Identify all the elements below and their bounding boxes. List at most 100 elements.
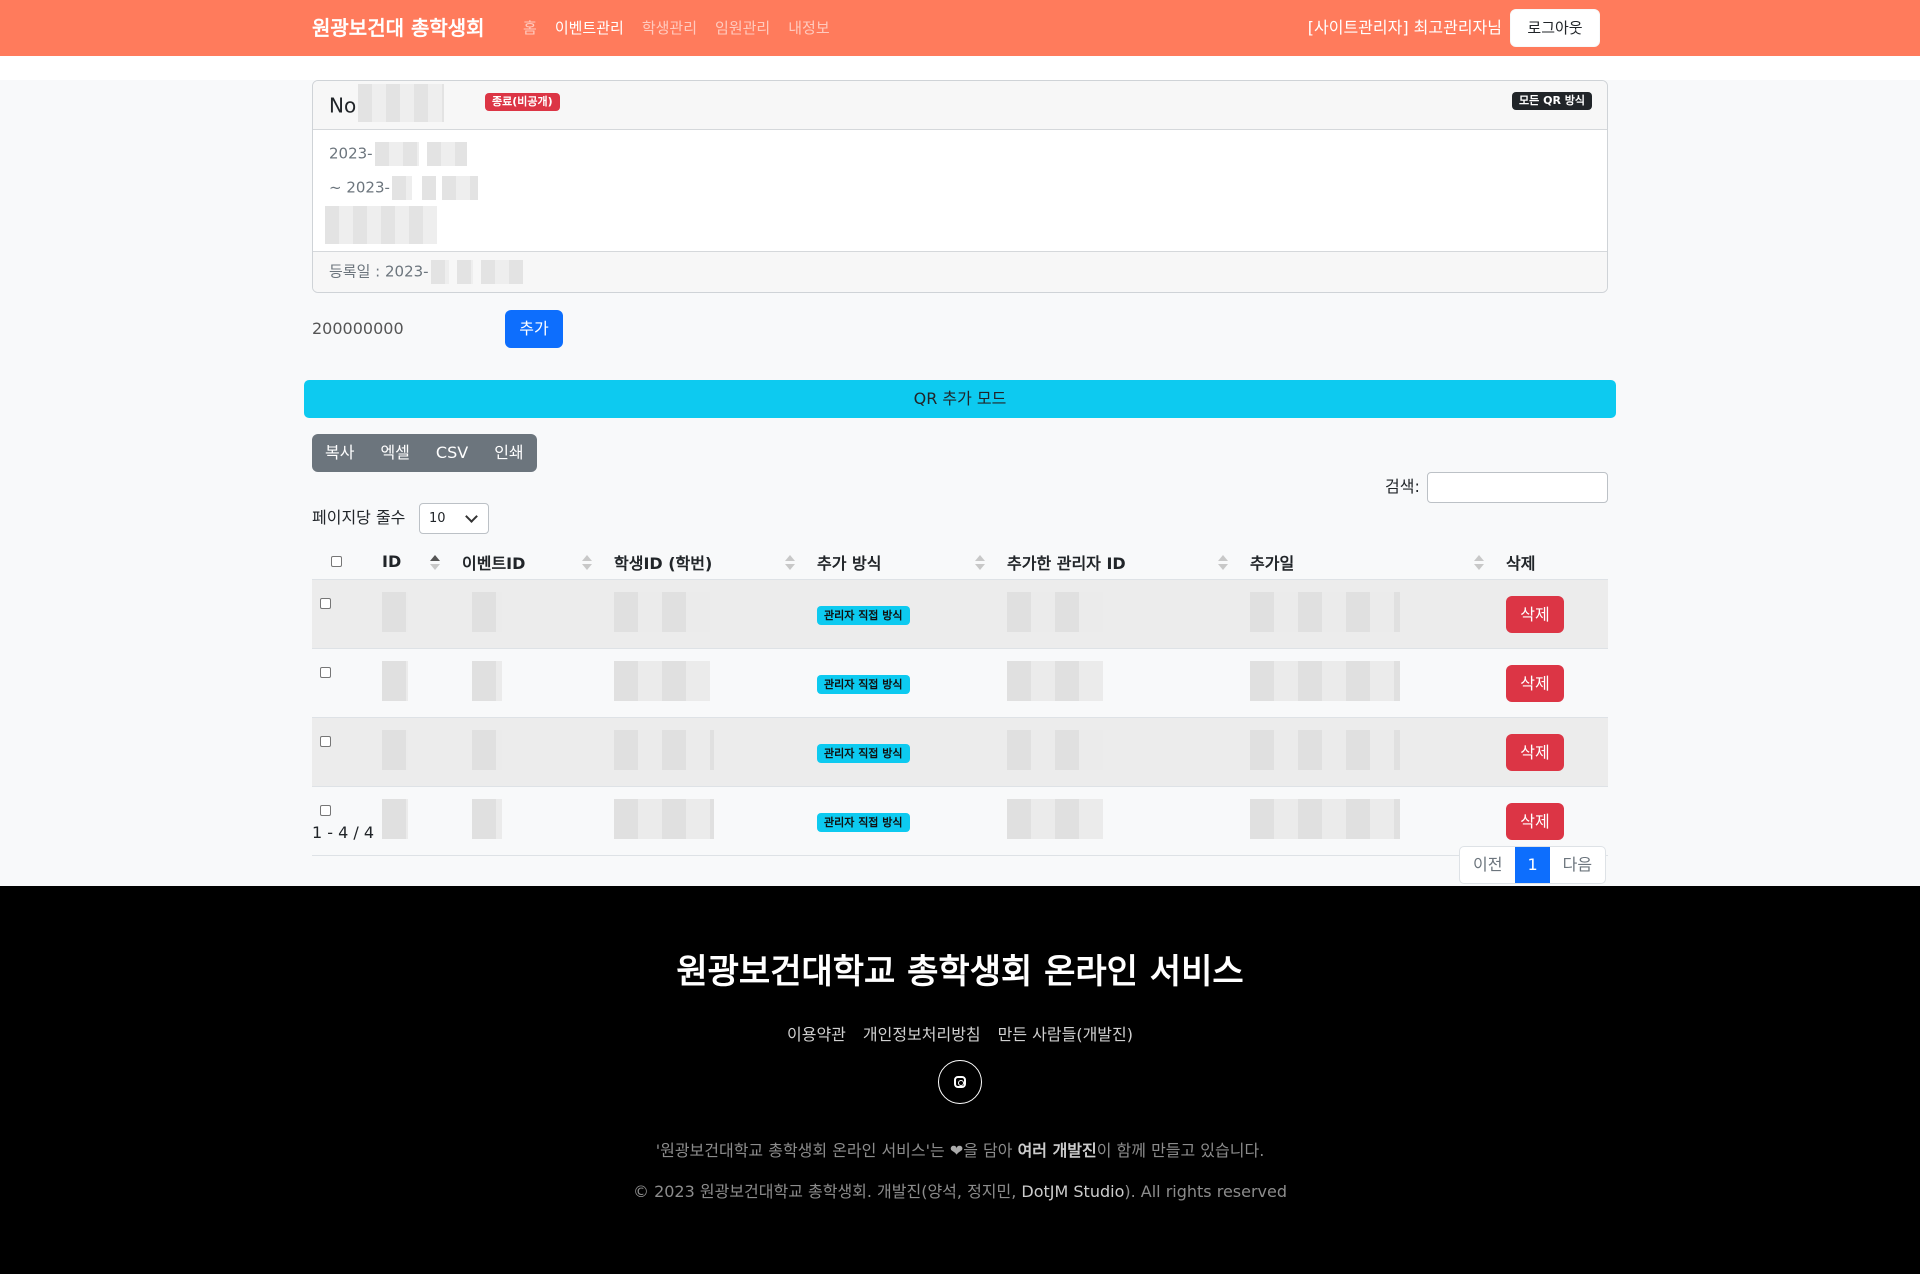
column-header-added-date[interactable]: 추가일 bbox=[1240, 544, 1496, 580]
excel-button[interactable]: 엑셀 bbox=[367, 434, 422, 472]
event-card: No 종료(비공개) 모든 QR 방식 2023- ~ 2023- 등록일 : … bbox=[312, 80, 1608, 293]
event-end: ~ 2023- bbox=[329, 176, 478, 200]
nav-spacer bbox=[0, 56, 1920, 80]
row-checkbox[interactable] bbox=[320, 805, 331, 816]
terms-link[interactable]: 이용약관 bbox=[787, 1024, 846, 1046]
event-number: No bbox=[329, 84, 445, 122]
event-status-badge: 종료(비공개) bbox=[485, 93, 560, 111]
search-input[interactable] bbox=[1427, 472, 1608, 503]
row-checkbox[interactable] bbox=[320, 667, 331, 678]
delete-cell: 삭제 bbox=[1496, 579, 1608, 649]
redacted-event-title bbox=[325, 206, 437, 244]
event-start: 2023- bbox=[329, 142, 467, 166]
redacted-added-date bbox=[1250, 661, 1400, 701]
nav-link-events[interactable]: 이벤트관리 bbox=[555, 17, 624, 39]
event-card-header: No 종료(비공개) 모든 QR 방식 bbox=[313, 81, 1607, 130]
delete-cell: 삭제 bbox=[1496, 648, 1608, 718]
event-number-prefix: No bbox=[329, 93, 357, 118]
sort-icon bbox=[1474, 555, 1484, 571]
select-all-checkbox[interactable] bbox=[331, 556, 342, 567]
student-id-field[interactable]: 200000000 bbox=[312, 318, 404, 340]
redacted-event-id bbox=[472, 799, 502, 839]
event-end-prefix: ~ 2023- bbox=[329, 178, 390, 197]
redacted-event-id bbox=[472, 661, 502, 701]
student-id-cell bbox=[604, 786, 807, 856]
search-label: 검색: bbox=[1385, 477, 1420, 496]
per-page-select[interactable]: 10 bbox=[419, 503, 489, 534]
method-badge: 관리자 직접 방식 bbox=[817, 812, 910, 832]
column-header-method[interactable]: 추가 방식 bbox=[807, 544, 997, 580]
delete-button[interactable]: 삭제 bbox=[1506, 664, 1564, 702]
csv-button[interactable]: CSV bbox=[423, 434, 481, 472]
export-button-group: 복사 엑셀 CSV 인쇄 bbox=[312, 434, 537, 472]
event-start-prefix: 2023- bbox=[329, 144, 373, 163]
redacted-id bbox=[382, 592, 408, 632]
redacted-id bbox=[382, 661, 408, 701]
page-button-current[interactable]: 1 bbox=[1515, 847, 1550, 883]
copy-button[interactable]: 복사 bbox=[312, 434, 367, 472]
delete-button[interactable]: 삭제 bbox=[1506, 733, 1564, 771]
instagram-button[interactable] bbox=[938, 1060, 982, 1104]
redacted-student-id bbox=[614, 661, 710, 701]
redacted-student-id bbox=[614, 799, 714, 839]
add-student-button[interactable]: 추가 bbox=[505, 310, 563, 348]
nav-link-my-info[interactable]: 내정보 bbox=[788, 17, 829, 39]
column-header-event-id[interactable]: 이벤트ID bbox=[452, 544, 604, 580]
sort-icon bbox=[1218, 555, 1228, 571]
site-brand[interactable]: 원광보건대 총학생회 bbox=[312, 14, 485, 42]
developers-link[interactable]: 만든 사람들(개발진) bbox=[998, 1024, 1133, 1046]
row-checkbox[interactable] bbox=[320, 598, 331, 609]
added-date-cell bbox=[1240, 786, 1496, 856]
top-navbar: 원광보건대 총학생회 홈 이벤트관리 학생관리 임원관리 내정보 [사이트관리자… bbox=[0, 0, 1920, 56]
redacted-admin-id bbox=[1007, 661, 1103, 701]
nav-link-students[interactable]: 학생관리 bbox=[642, 17, 697, 39]
redacted-id bbox=[382, 799, 408, 839]
method-cell: 관리자 직접 방식 bbox=[807, 579, 997, 649]
row-select-cell bbox=[312, 717, 372, 787]
privacy-link[interactable]: 개인정보처리방침 bbox=[863, 1024, 981, 1046]
redacted-reg-day bbox=[456, 260, 473, 284]
admin-id-cell bbox=[997, 717, 1240, 787]
chevron-down-icon bbox=[465, 510, 478, 523]
instagram-icon bbox=[954, 1076, 966, 1088]
per-page-value: 10 bbox=[429, 511, 446, 526]
next-page-button[interactable]: 다음 bbox=[1550, 847, 1605, 883]
student-id-cell bbox=[604, 717, 807, 787]
row-select-cell bbox=[312, 579, 372, 649]
logout-button[interactable]: 로그아웃 bbox=[1510, 9, 1600, 47]
redacted-admin-id bbox=[1007, 592, 1103, 632]
event-card-footer: 등록일 : 2023- bbox=[313, 252, 1607, 292]
redacted-added-date bbox=[1250, 799, 1400, 839]
method-cell: 관리자 직접 방식 bbox=[807, 648, 997, 718]
copyright-text: © 2023 원광보건대학교 총학생회. 개발진(양석, 정지민, bbox=[632, 1182, 1022, 1201]
nav-link-officers[interactable]: 임원관리 bbox=[715, 17, 770, 39]
column-header-id[interactable]: ID bbox=[372, 544, 452, 580]
redacted-student-id bbox=[614, 592, 710, 632]
footer-note-text: '원광보건대학교 총학생회 온라인 서비스'는 bbox=[655, 1141, 950, 1160]
redacted-end-time bbox=[441, 176, 478, 200]
prev-page-button[interactable]: 이전 bbox=[1460, 847, 1515, 883]
table-row: 관리자 직접 방식 삭제 bbox=[312, 786, 1608, 856]
delete-cell: 삭제 bbox=[1496, 717, 1608, 787]
method-cell: 관리자 직접 방식 bbox=[807, 786, 997, 856]
nav-link-home[interactable]: 홈 bbox=[523, 17, 537, 39]
delete-button[interactable]: 삭제 bbox=[1506, 595, 1564, 633]
print-button[interactable]: 인쇄 bbox=[481, 434, 536, 472]
sort-asc-icon bbox=[430, 555, 440, 571]
attendance-table: ID 이벤트ID 학생ID (학번) 추가 방식 추가한 관리자 ID 추가일 … bbox=[312, 544, 1608, 856]
nav-links: 홈 이벤트관리 학생관리 임원관리 내정보 bbox=[523, 17, 830, 39]
table-header-row: ID 이벤트ID 학생ID (학번) 추가 방식 추가한 관리자 ID 추가일 … bbox=[312, 544, 1608, 580]
redacted-end-month bbox=[391, 176, 412, 200]
column-header-admin-id[interactable]: 추가한 관리자 ID bbox=[997, 544, 1240, 580]
delete-button[interactable]: 삭제 bbox=[1506, 802, 1564, 840]
sort-icon bbox=[785, 555, 795, 571]
copyright-studio: DotJM Studio bbox=[1021, 1182, 1125, 1201]
redacted-student-id bbox=[614, 730, 714, 770]
row-checkbox[interactable] bbox=[320, 736, 331, 747]
added-date-cell bbox=[1240, 648, 1496, 718]
method-badge: 관리자 직접 방식 bbox=[817, 674, 910, 694]
qr-add-mode-button[interactable]: QR 추가 모드 bbox=[304, 380, 1616, 418]
column-header-student-id[interactable]: 학생ID (학번) bbox=[604, 544, 807, 580]
event-title bbox=[325, 206, 437, 244]
id-cell bbox=[372, 717, 452, 787]
